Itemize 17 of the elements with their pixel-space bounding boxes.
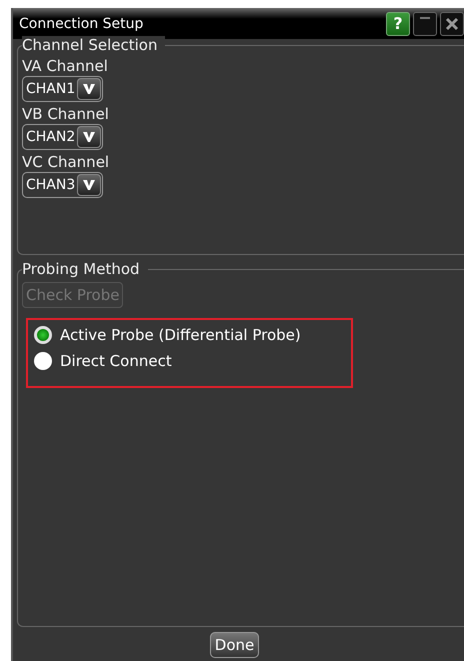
group-title: Probing Method bbox=[22, 260, 148, 278]
window-title: Connection Setup bbox=[19, 16, 144, 32]
radio-label[interactable]: Active Probe (Differential Probe) bbox=[60, 326, 301, 344]
channel-dropdown[interactable]: CHAN1 bbox=[22, 76, 104, 102]
done-button[interactable]: Done bbox=[210, 632, 260, 658]
field-label: VA Channel bbox=[22, 57, 109, 75]
channel-dropdown[interactable]: CHAN2 bbox=[22, 124, 104, 150]
radio-label[interactable]: Direct Connect bbox=[60, 352, 172, 370]
channel-dropdown[interactable]: CHAN3 bbox=[22, 172, 104, 198]
field-label: VB Channel bbox=[22, 105, 110, 123]
radio-button[interactable] bbox=[34, 352, 52, 370]
field-label: VC Channel bbox=[22, 153, 110, 171]
minimize-button[interactable] bbox=[413, 12, 437, 36]
help-button[interactable]: ? bbox=[386, 12, 410, 36]
close-icon[interactable] bbox=[445, 16, 459, 30]
radio-button[interactable] bbox=[34, 326, 52, 344]
close-button[interactable] bbox=[440, 12, 464, 36]
